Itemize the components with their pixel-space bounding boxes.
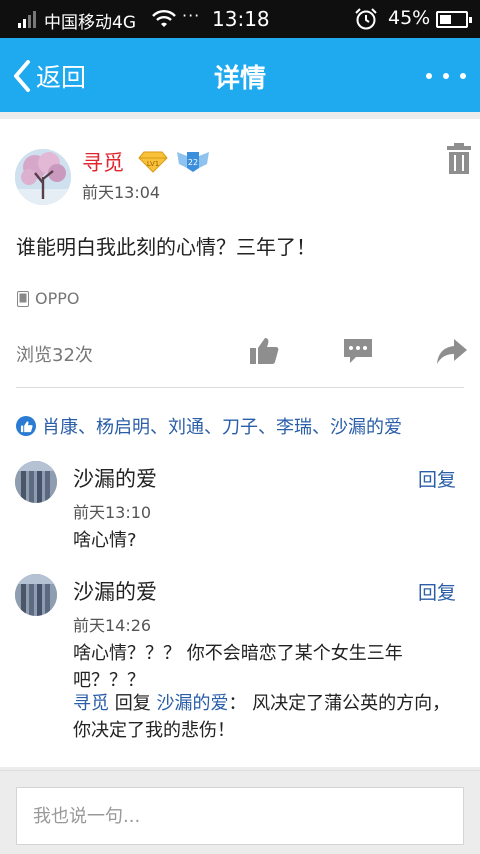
post-content: 谁能明白我此刻的心情？三年了！ xyxy=(16,235,316,259)
reply-verb: 回复 xyxy=(109,693,157,714)
likers-row: 肖康、杨启明、刘通、刀子、李瑞、沙漏的爱 xyxy=(16,413,402,439)
battery-fill xyxy=(440,15,451,24)
commenter-avatar[interactable] xyxy=(15,461,57,503)
commenter-name[interactable]: 沙漏的爱 xyxy=(73,463,157,493)
battery-icon xyxy=(436,11,472,28)
post-timestamp: 前天13:04 xyxy=(82,183,161,202)
battery-percent: 45% xyxy=(388,7,431,29)
phone-icon xyxy=(17,290,29,307)
status-more-dots: ··· xyxy=(182,6,201,25)
reply-button[interactable]: 回复 xyxy=(418,578,456,605)
comment-icon[interactable] xyxy=(342,335,374,367)
device-name: OPPO xyxy=(35,289,80,308)
view-count: 浏览32次 xyxy=(16,345,93,366)
divider xyxy=(16,387,464,388)
alarm-clock-icon xyxy=(355,8,377,30)
more-menu-button[interactable] xyxy=(426,64,466,88)
dot-icon xyxy=(426,73,432,79)
badge-level-text: 22 xyxy=(188,158,198,167)
commenter-name[interactable]: 沙漏的爱 xyxy=(73,576,157,606)
comment-input-bar xyxy=(0,770,480,854)
dot-icon xyxy=(443,73,449,79)
dot-icon xyxy=(460,73,466,79)
diamond-badge-icon: LV1 xyxy=(138,151,168,173)
commenter-avatar[interactable] xyxy=(15,574,57,616)
clock-time: 13:18 xyxy=(212,7,270,31)
thumbs-up-icon[interactable] xyxy=(248,335,280,367)
comment-item: 沙漏的爱 回复 前天14:26 啥心情？？？ 你不会暗恋了某个女生三年吧？？？ … xyxy=(0,574,480,754)
carrier-label: 中国移动4G xyxy=(44,13,136,33)
comment-text: 啥心情？？？ 你不会暗恋了某个女生三年吧？？？ xyxy=(73,643,403,691)
blossom-tree-image xyxy=(15,149,71,205)
nav-bar: 返回 详情 xyxy=(0,38,480,112)
nested-reply: 寻觅 回复 沙漏的爱： 风决定了蒲公英的方向，你决定了我的悲伤！ xyxy=(73,690,465,744)
signal-icon xyxy=(18,11,36,28)
chevron-left-icon xyxy=(14,60,30,92)
status-bar: 中国移动4G ··· 13:18 45% xyxy=(0,0,480,38)
wing-badge-icon: 22 xyxy=(177,152,209,172)
back-button[interactable]: 返回 xyxy=(12,56,86,96)
share-arrow-icon[interactable] xyxy=(436,335,468,367)
wifi-icon xyxy=(152,10,176,27)
reply-colon: ： xyxy=(228,693,247,714)
comment-input[interactable] xyxy=(16,787,464,845)
comment-item: 沙漏的爱 回复 前天13:10 啥心情? xyxy=(0,461,480,561)
back-label: 返回 xyxy=(36,63,87,92)
comment-timestamp: 前天14:26 xyxy=(73,616,152,635)
like-badge-icon xyxy=(16,416,36,436)
badge-level-text: LV1 xyxy=(147,160,159,168)
trash-icon[interactable] xyxy=(446,143,472,175)
likers-names[interactable]: 肖康、杨启明、刘通、刀子、李瑞、沙漏的爱 xyxy=(42,413,402,439)
reply-from-user[interactable]: 寻觅 xyxy=(73,693,109,714)
comment-text: 啥心情? xyxy=(73,530,137,551)
reply-button[interactable]: 回复 xyxy=(418,465,456,492)
author-avatar[interactable] xyxy=(15,149,71,205)
author-name[interactable]: 寻觅 xyxy=(82,147,124,177)
comment-timestamp: 前天13:10 xyxy=(73,503,152,522)
reply-to-user[interactable]: 沙漏的爱 xyxy=(156,693,228,714)
device-info: OPPO xyxy=(16,289,79,308)
